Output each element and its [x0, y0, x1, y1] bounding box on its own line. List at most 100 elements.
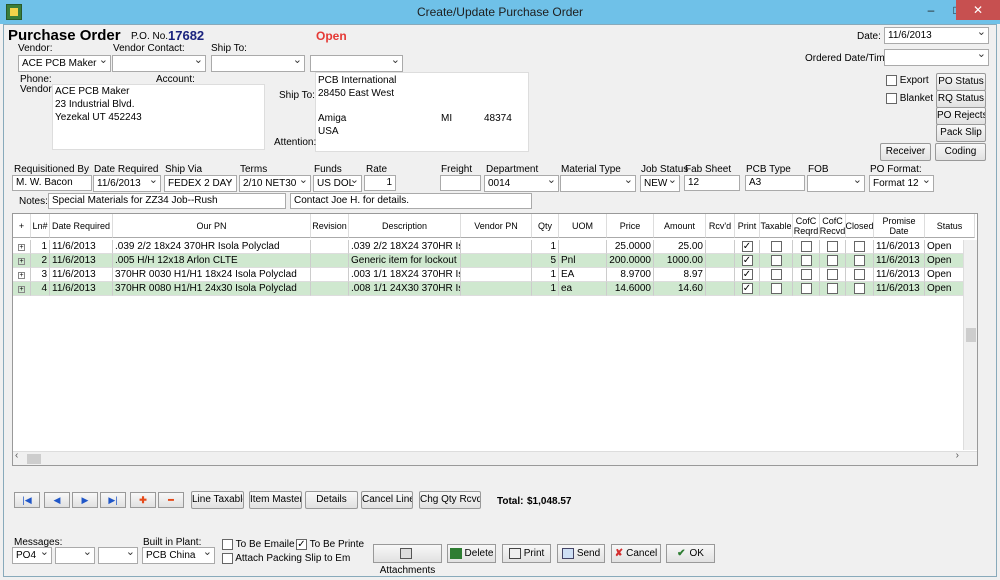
coding-button[interactable]: Coding: [935, 143, 986, 161]
cell-rev[interactable]: [311, 282, 349, 296]
cell-price[interactable]: 200.0000: [607, 254, 654, 268]
requisitioned-by-field[interactable]: M. W. Bacon: [12, 175, 92, 191]
next-record-button[interactable]: ▶: [72, 492, 98, 508]
cell-date[interactable]: 11/6/2013: [50, 254, 113, 268]
cell-rcvd[interactable]: [706, 282, 735, 296]
line-taxable-button[interactable]: Line Taxable: [191, 491, 244, 509]
cell-pn[interactable]: 370HR 0080 H1/H1 24x30 Isola Polyclad: [113, 282, 311, 296]
rate-field[interactable]: 1: [364, 175, 396, 191]
cell-promise[interactable]: 11/6/2013: [874, 268, 925, 282]
cell-amount[interactable]: 14.60: [654, 282, 706, 296]
close-button[interactable]: ✕: [956, 0, 1000, 20]
row-checkbox[interactable]: [793, 282, 820, 296]
cell-amount[interactable]: 25.00: [654, 240, 706, 254]
column-header[interactable]: Amount: [654, 214, 706, 238]
column-header[interactable]: Revision: [311, 214, 349, 238]
cell-ln[interactable]: 2: [31, 254, 50, 268]
ship-to-select[interactable]: [211, 55, 305, 72]
cell-ln[interactable]: 1: [31, 240, 50, 254]
row-checkbox[interactable]: [793, 254, 820, 268]
row-checkbox[interactable]: [820, 268, 846, 282]
column-header[interactable]: Promise Date: [874, 214, 925, 238]
expand-row-icon[interactable]: +: [13, 240, 31, 254]
cell-price[interactable]: 25.0000: [607, 240, 654, 254]
column-header[interactable]: Status: [925, 214, 975, 238]
print-checkbox[interactable]: ✓: [735, 240, 760, 254]
column-header[interactable]: CofC Reqrd: [793, 214, 820, 238]
attachments-button[interactable]: Attachments: [373, 544, 442, 576]
job-status-select[interactable]: NEW: [640, 175, 680, 192]
cancel-line-button[interactable]: Cancel Line: [361, 491, 413, 509]
messages-select-3[interactable]: [98, 547, 138, 564]
expand-row-icon[interactable]: +: [13, 282, 31, 296]
cell-pn[interactable]: .039 2/2 18x24 370HR Isola Polyclad: [113, 240, 311, 254]
cell-vpn[interactable]: [461, 268, 532, 282]
cell-uom[interactable]: EA: [559, 268, 607, 282]
column-header[interactable]: Vendor PN: [461, 214, 532, 238]
messages-select[interactable]: PO4: [12, 547, 52, 564]
print-checkbox[interactable]: ✓: [735, 268, 760, 282]
column-header[interactable]: Closed: [846, 214, 874, 238]
freight-field[interactable]: [440, 175, 481, 191]
line-items-grid[interactable]: + Ln# Date Required Our PN Revision Descripti…: [12, 213, 978, 466]
details-button[interactable]: Details: [305, 491, 358, 509]
cell-vpn[interactable]: [461, 254, 532, 268]
cell-rcvd[interactable]: [706, 254, 735, 268]
row-checkbox[interactable]: [760, 282, 793, 296]
row-checkbox[interactable]: [820, 282, 846, 296]
cell-qty[interactable]: 1: [532, 282, 559, 296]
po-format-select[interactable]: Format 12: [869, 175, 934, 192]
to-be-emailed-checkbox[interactable]: To Be Emaile: [222, 539, 295, 550]
cell-qty[interactable]: 1: [532, 268, 559, 282]
attach-packing-slip-checkbox[interactable]: Attach Packing Slip to Em: [222, 553, 350, 564]
row-checkbox[interactable]: [846, 240, 874, 254]
cell-rcvd[interactable]: [706, 240, 735, 254]
print-checkbox[interactable]: ✓: [735, 282, 760, 296]
table-row[interactable]: +2 11/6/2013.005 H/H 12x18 Arlon CLTE Gene…: [13, 254, 975, 268]
horizontal-scrollbar[interactable]: ‹ ›: [13, 450, 977, 465]
material-type-select[interactable]: [560, 175, 636, 192]
cell-desc[interactable]: Generic item for lockout p: [349, 254, 461, 268]
funds-select[interactable]: US DOL: [313, 175, 362, 192]
column-header[interactable]: UOM: [559, 214, 607, 238]
messages-select-2[interactable]: [55, 547, 95, 564]
expand-row-icon[interactable]: +: [13, 254, 31, 268]
send-button[interactable]: Send: [557, 544, 605, 563]
table-row[interactable]: +4 11/6/2013 370HR 0080 H1/H1 24x30 Isola …: [13, 282, 975, 296]
cancel-button[interactable]: ✘ Cancel: [611, 544, 661, 563]
po-rejects-button[interactable]: PO Rejects: [936, 107, 986, 125]
column-header[interactable]: Taxable: [760, 214, 793, 238]
column-header[interactable]: Date Required: [50, 214, 113, 238]
cell-rcvd[interactable]: [706, 268, 735, 282]
cell-ln[interactable]: 3: [31, 268, 50, 282]
row-checkbox[interactable]: [846, 282, 874, 296]
first-record-button[interactable]: |◀: [14, 492, 40, 508]
row-checkbox[interactable]: [820, 254, 846, 268]
fab-sheet-field[interactable]: 12: [684, 175, 740, 191]
prev-record-button[interactable]: ◀: [44, 492, 70, 508]
minimize-button[interactable]: –: [918, 0, 944, 20]
blanket-checkbox[interactable]: Blanket: [886, 93, 933, 104]
remove-line-button[interactable]: ━: [158, 492, 184, 508]
ship-to-select-2[interactable]: [310, 55, 403, 72]
delete-button[interactable]: Delete: [447, 544, 496, 563]
cell-pn[interactable]: .005 H/H 12x18 Arlon CLTE: [113, 254, 311, 268]
row-checkbox[interactable]: [820, 240, 846, 254]
ship-via-select[interactable]: FEDEX 2 DAY: [164, 175, 237, 192]
column-header[interactable]: +: [13, 214, 31, 238]
row-checkbox[interactable]: [793, 268, 820, 282]
pack-slip-button[interactable]: Pack Slip: [936, 124, 986, 142]
po-status-button[interactable]: PO Status: [936, 73, 986, 91]
cell-rev[interactable]: [311, 254, 349, 268]
print-checkbox[interactable]: ✓: [735, 254, 760, 268]
cell-promise[interactable]: 11/6/2013: [874, 282, 925, 296]
pcb-type-field[interactable]: A3: [745, 175, 805, 191]
to-be-printed-checkbox[interactable]: ✓ To Be Printe: [296, 539, 364, 550]
column-header[interactable]: Price: [607, 214, 654, 238]
department-select[interactable]: 0014: [484, 175, 559, 192]
vendor-contact-select[interactable]: [112, 55, 206, 72]
scroll-right-icon[interactable]: ›: [956, 450, 959, 461]
cell-amount[interactable]: 1000.00: [654, 254, 706, 268]
print-button[interactable]: Print: [502, 544, 551, 563]
column-header[interactable]: Our PN: [113, 214, 311, 238]
